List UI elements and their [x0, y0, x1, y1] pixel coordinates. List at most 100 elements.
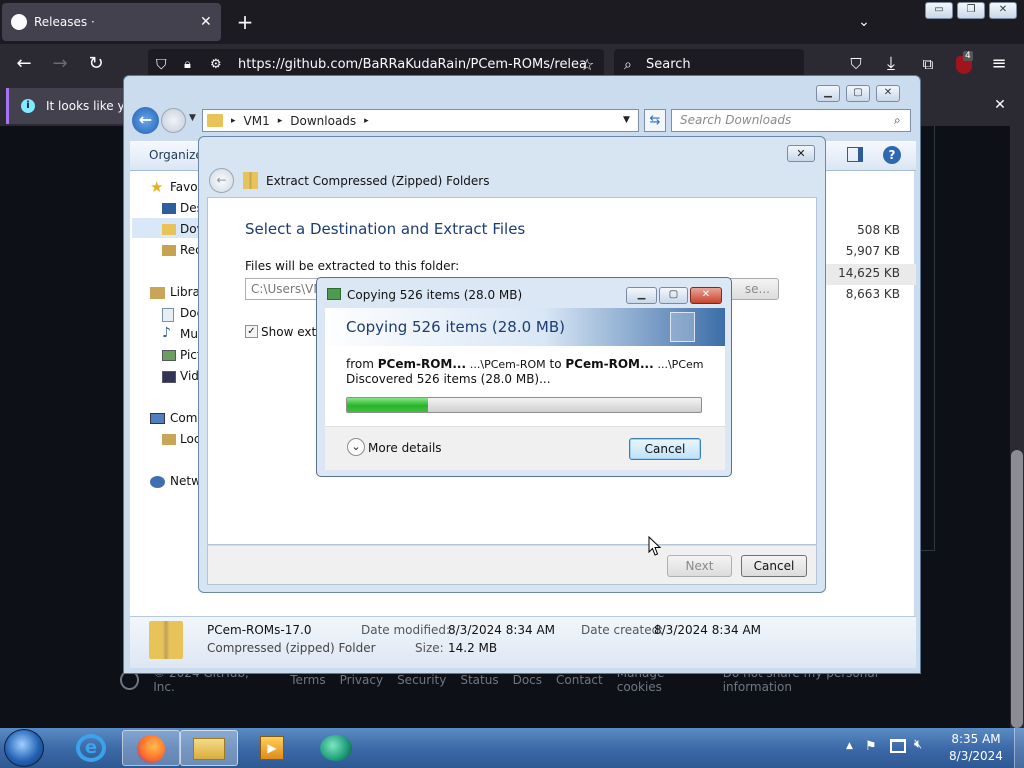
from-prefix: from — [346, 357, 374, 371]
to-name[interactable]: PCem-ROM... — [565, 357, 653, 371]
explorer-search-input[interactable]: Search Downloads ⌕ — [671, 109, 911, 132]
browse-button[interactable]: se... — [725, 278, 779, 300]
breadcrumb-arrow-icon[interactable]: ▸ — [364, 116, 369, 126]
downloads-folder-icon — [162, 224, 176, 235]
list-tabs-icon[interactable]: ⌄ — [850, 8, 878, 36]
nav-libraries[interactable]: Libra — [170, 285, 200, 299]
reload-icon[interactable]: ↻ — [82, 50, 110, 78]
help-icon[interactable]: ? — [883, 146, 901, 164]
url-text: https://github.com/BaRRaKudaRain/PCem-RO… — [238, 57, 588, 72]
history-dropdown-icon[interactable]: ▼ — [189, 113, 196, 123]
nav-videos[interactable]: Vid — [180, 369, 199, 383]
size-value: 14.2 MB — [448, 641, 498, 655]
taskbar-clock[interactable]: 8:35 AM 8/3/2024 — [940, 731, 1012, 765]
breadcrumb-downloads[interactable]: Downloads — [290, 114, 356, 128]
taskbar-firefox-icon[interactable] — [122, 730, 180, 766]
expand-chevron-icon[interactable]: ⌄ — [347, 438, 365, 456]
nav-network[interactable]: Netw — [170, 474, 201, 488]
local-disk-icon — [162, 434, 176, 445]
to-path: ...\PCem-ROM — [657, 358, 703, 371]
show-files-checkbox[interactable]: ✓ — [245, 325, 258, 338]
breadcrumb-vm1[interactable]: VM1 — [244, 114, 270, 128]
footer-link[interactable]: Privacy — [340, 673, 383, 687]
address-bar[interactable]: ▸ VM1 ▸ Downloads ▸ ▼ — [202, 109, 639, 132]
copy-cancel-button[interactable]: Cancel — [629, 438, 701, 460]
copy-progress-bar — [346, 397, 702, 413]
minimize-button[interactable]: ▭ — [925, 2, 953, 19]
nav-computer[interactable]: Com — [170, 411, 197, 425]
footer-link[interactable]: Docs — [513, 673, 542, 687]
search-icon[interactable]: ⌕ — [894, 110, 901, 131]
footer-link[interactable]: Security — [397, 673, 446, 687]
window-controls: ▭ ❐ ✕ — [925, 2, 1017, 19]
taskbar-explorer-icon[interactable] — [180, 730, 238, 766]
explorer-minimize-button[interactable]: ▁ — [816, 85, 840, 102]
footer-link[interactable]: Contact — [556, 673, 603, 687]
clock-date: 8/3/2024 — [949, 749, 1003, 763]
date-created-value: 8/3/2024 8:34 AM — [654, 623, 762, 637]
zip-folder-icon — [149, 621, 183, 659]
next-button[interactable]: Next — [667, 555, 732, 577]
maximize-button[interactable]: ❐ — [957, 2, 985, 19]
taskbar-app-icon[interactable] — [308, 730, 366, 766]
taskbar-media-player-icon[interactable]: ▶ — [242, 730, 300, 766]
taskbar-ie-icon[interactable]: e — [62, 730, 120, 766]
network-tray-icon[interactable] — [890, 739, 906, 753]
wizard-heading: Select a Destination and Extract Files — [245, 220, 526, 238]
file-size: 508 KB — [857, 223, 900, 237]
breadcrumb-arrow-icon[interactable]: ▸ — [278, 116, 283, 126]
footer-link[interactable]: Terms — [290, 673, 325, 687]
file-size: 5,907 KB — [845, 244, 900, 258]
date-modified-value: 8/3/2024 8:34 AM — [448, 623, 556, 637]
notification-close-icon[interactable]: ✕ — [986, 91, 1014, 119]
from-name[interactable]: PCem-ROM... — [378, 357, 466, 371]
desktop-icon — [162, 203, 176, 214]
explorer-back-icon[interactable]: ← — [132, 107, 159, 134]
copy-minimize-button[interactable]: ▁ — [626, 287, 657, 304]
copy-dialog-title: Copying 526 items (28.0 MB) — [347, 288, 523, 302]
scrollbar-thumb[interactable] — [1011, 450, 1023, 728]
explorer-forward-icon[interactable] — [161, 108, 186, 133]
new-tab-button[interactable]: + — [231, 8, 259, 36]
show-hidden-icons[interactable]: ▲ — [846, 741, 853, 751]
wizard-close-button[interactable]: ✕ — [787, 145, 815, 162]
show-desktop-button[interactable] — [1014, 728, 1024, 768]
menu-icon[interactable]: ≡ — [985, 50, 1013, 78]
copy-progress-dialog: Copying 526 items (28.0 MB) ▁ ▢ ✕ Copyin… — [316, 277, 732, 477]
music-icon: ♪ — [162, 325, 171, 341]
close-button[interactable]: ✕ — [989, 2, 1017, 19]
copy-maximize-button[interactable]: ▢ — [659, 287, 688, 304]
explorer-window-controls: ▁ ▢ ✕ — [816, 85, 900, 102]
explorer-maximize-button[interactable]: ▢ — [846, 85, 870, 102]
wizard-back-icon[interactable]: ← — [209, 168, 234, 193]
preview-pane-icon[interactable] — [847, 147, 863, 162]
organize-button[interactable]: Organize — [149, 148, 203, 162]
address-dropdown-icon[interactable]: ▼ — [623, 115, 630, 125]
pocket-icon[interactable]: ⛉ — [842, 50, 870, 78]
refresh-icon[interactable]: ⇆ — [644, 109, 666, 132]
info-icon: i — [21, 99, 35, 113]
videos-icon — [162, 371, 176, 383]
more-details-label[interactable]: More details — [368, 441, 442, 455]
forward-icon[interactable]: → — [46, 50, 74, 78]
clock-time: 8:35 AM — [951, 732, 1001, 746]
start-button[interactable] — [4, 729, 44, 767]
nav-music[interactable]: Mu — [180, 327, 198, 341]
zip-folder-icon — [243, 172, 258, 189]
download-icon[interactable]: ⤓ — [877, 50, 905, 78]
footer-link[interactable]: Status — [460, 673, 498, 687]
browser-tab-active[interactable]: Releases · BaRRaKudaRain/PCem ✕ — [2, 3, 221, 67]
wizard-cancel-button[interactable]: Cancel — [741, 555, 807, 577]
copy-footer: ⌄ More details Cancel — [325, 426, 725, 470]
to-word: to — [549, 357, 562, 371]
action-center-flag-icon[interactable]: ⚑ — [865, 739, 877, 754]
copy-close-button[interactable]: ✕ — [690, 287, 722, 304]
wizard-footer: Next Cancel — [207, 545, 817, 585]
tab-close-icon[interactable]: ✕ — [200, 3, 212, 41]
details-file-name: PCem-ROMs-17.0 — [207, 623, 312, 637]
extensions-icon[interactable]: ⧉ — [914, 50, 942, 78]
breadcrumb-arrow-icon[interactable]: ▸ — [231, 116, 236, 126]
back-icon[interactable]: ← — [10, 50, 38, 78]
explorer-close-button[interactable]: ✕ — [876, 85, 900, 102]
volume-muted-icon[interactable]: 🔇︎ — [914, 737, 922, 752]
